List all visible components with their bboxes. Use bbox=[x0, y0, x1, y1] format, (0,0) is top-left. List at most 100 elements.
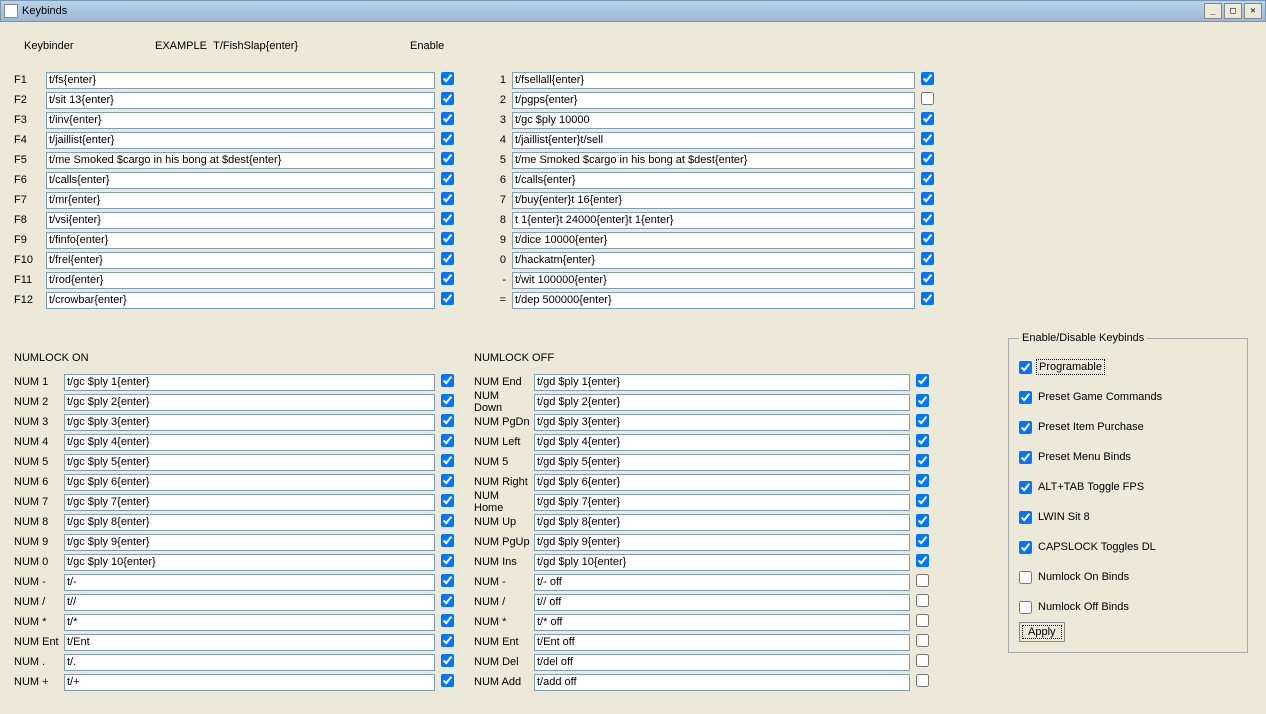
enable-checkbox[interactable] bbox=[921, 92, 934, 105]
enable-checkbox[interactable] bbox=[441, 152, 454, 165]
enable-checkbox[interactable] bbox=[441, 434, 454, 447]
enable-checkbox[interactable] bbox=[916, 574, 929, 587]
keybind-input[interactable] bbox=[64, 534, 435, 551]
enable-checkbox[interactable] bbox=[441, 292, 454, 305]
keybind-input[interactable] bbox=[512, 172, 915, 189]
enable-checkbox[interactable] bbox=[441, 614, 454, 627]
enable-checkbox[interactable] bbox=[441, 474, 454, 487]
keybind-input[interactable] bbox=[534, 374, 910, 391]
enable-checkbox[interactable] bbox=[441, 634, 454, 647]
keybind-input[interactable] bbox=[534, 494, 910, 511]
enable-checkbox[interactable] bbox=[441, 514, 454, 527]
keybind-input[interactable] bbox=[512, 132, 915, 149]
enable-checkbox[interactable] bbox=[921, 272, 934, 285]
keybind-input[interactable] bbox=[534, 554, 910, 571]
keybind-input[interactable] bbox=[534, 594, 910, 611]
keybind-input[interactable] bbox=[512, 112, 915, 129]
enable-checkbox[interactable] bbox=[441, 172, 454, 185]
keybind-input[interactable] bbox=[512, 252, 915, 269]
keybind-input[interactable] bbox=[534, 634, 910, 651]
keybind-input[interactable] bbox=[64, 654, 435, 671]
enable-checkbox[interactable] bbox=[441, 374, 454, 387]
enable-checkbox[interactable] bbox=[916, 594, 929, 607]
keybind-input[interactable] bbox=[64, 454, 435, 471]
enable-checkbox[interactable] bbox=[441, 574, 454, 587]
enable-checkbox[interactable] bbox=[921, 252, 934, 265]
apply-button[interactable]: Apply bbox=[1019, 622, 1065, 642]
keybind-input[interactable] bbox=[534, 514, 910, 531]
keybind-input[interactable] bbox=[512, 92, 915, 109]
enable-checkbox[interactable] bbox=[441, 394, 454, 407]
keybind-input[interactable] bbox=[534, 454, 910, 471]
enable-checkbox[interactable] bbox=[441, 212, 454, 225]
enable-checkbox[interactable] bbox=[441, 454, 454, 467]
enable-checkbox[interactable] bbox=[916, 634, 929, 647]
toggle-checkbox[interactable] bbox=[1019, 601, 1032, 614]
keybind-input[interactable] bbox=[46, 112, 435, 129]
keybind-input[interactable] bbox=[64, 474, 435, 491]
enable-checkbox[interactable] bbox=[921, 232, 934, 245]
keybind-input[interactable] bbox=[46, 92, 435, 109]
keybind-input[interactable] bbox=[64, 494, 435, 511]
enable-checkbox[interactable] bbox=[916, 614, 929, 627]
enable-checkbox[interactable] bbox=[441, 232, 454, 245]
keybind-input[interactable] bbox=[46, 152, 435, 169]
enable-checkbox[interactable] bbox=[441, 92, 454, 105]
keybind-input[interactable] bbox=[46, 172, 435, 189]
keybind-input[interactable] bbox=[64, 514, 435, 531]
toggle-checkbox[interactable] bbox=[1019, 421, 1032, 434]
toggle-checkbox[interactable] bbox=[1019, 511, 1032, 524]
maximize-button[interactable]: □ bbox=[1224, 3, 1242, 19]
toggle-checkbox[interactable] bbox=[1019, 481, 1032, 494]
enable-checkbox[interactable] bbox=[441, 252, 454, 265]
keybind-input[interactable] bbox=[534, 574, 910, 591]
enable-checkbox[interactable] bbox=[916, 394, 929, 407]
keybind-input[interactable] bbox=[534, 414, 910, 431]
keybind-input[interactable] bbox=[64, 434, 435, 451]
enable-checkbox[interactable] bbox=[916, 654, 929, 667]
toggle-checkbox[interactable] bbox=[1019, 541, 1032, 554]
toggle-checkbox[interactable] bbox=[1019, 571, 1032, 584]
close-button[interactable]: ✕ bbox=[1244, 3, 1262, 19]
enable-checkbox[interactable] bbox=[921, 192, 934, 205]
enable-checkbox[interactable] bbox=[441, 272, 454, 285]
toggle-checkbox[interactable] bbox=[1019, 451, 1032, 464]
keybind-input[interactable] bbox=[534, 654, 910, 671]
keybind-input[interactable] bbox=[64, 614, 435, 631]
keybind-input[interactable] bbox=[512, 292, 915, 309]
keybind-input[interactable] bbox=[512, 272, 915, 289]
keybind-input[interactable] bbox=[64, 594, 435, 611]
enable-checkbox[interactable] bbox=[441, 594, 454, 607]
keybind-input[interactable] bbox=[512, 212, 915, 229]
keybind-input[interactable] bbox=[534, 434, 910, 451]
keybind-input[interactable] bbox=[534, 534, 910, 551]
enable-checkbox[interactable] bbox=[921, 172, 934, 185]
enable-checkbox[interactable] bbox=[441, 554, 454, 567]
keybind-input[interactable] bbox=[512, 152, 915, 169]
keybind-input[interactable] bbox=[534, 674, 910, 691]
enable-checkbox[interactable] bbox=[916, 434, 929, 447]
enable-checkbox[interactable] bbox=[441, 112, 454, 125]
enable-checkbox[interactable] bbox=[916, 414, 929, 427]
enable-checkbox[interactable] bbox=[441, 494, 454, 507]
keybind-input[interactable] bbox=[64, 414, 435, 431]
enable-checkbox[interactable] bbox=[921, 72, 934, 85]
enable-checkbox[interactable] bbox=[916, 474, 929, 487]
enable-checkbox[interactable] bbox=[921, 132, 934, 145]
keybind-input[interactable] bbox=[64, 634, 435, 651]
keybind-input[interactable] bbox=[534, 614, 910, 631]
minimize-button[interactable]: _ bbox=[1204, 3, 1222, 19]
enable-checkbox[interactable] bbox=[441, 192, 454, 205]
toggle-checkbox[interactable] bbox=[1019, 361, 1032, 374]
keybind-input[interactable] bbox=[512, 232, 915, 249]
keybind-input[interactable] bbox=[46, 232, 435, 249]
keybind-input[interactable] bbox=[534, 394, 910, 411]
keybind-input[interactable] bbox=[46, 192, 435, 209]
enable-checkbox[interactable] bbox=[921, 152, 934, 165]
toggle-checkbox[interactable] bbox=[1019, 391, 1032, 404]
enable-checkbox[interactable] bbox=[916, 674, 929, 687]
enable-checkbox[interactable] bbox=[441, 654, 454, 667]
keybind-input[interactable] bbox=[46, 292, 435, 309]
keybind-input[interactable] bbox=[46, 72, 435, 89]
enable-checkbox[interactable] bbox=[441, 72, 454, 85]
